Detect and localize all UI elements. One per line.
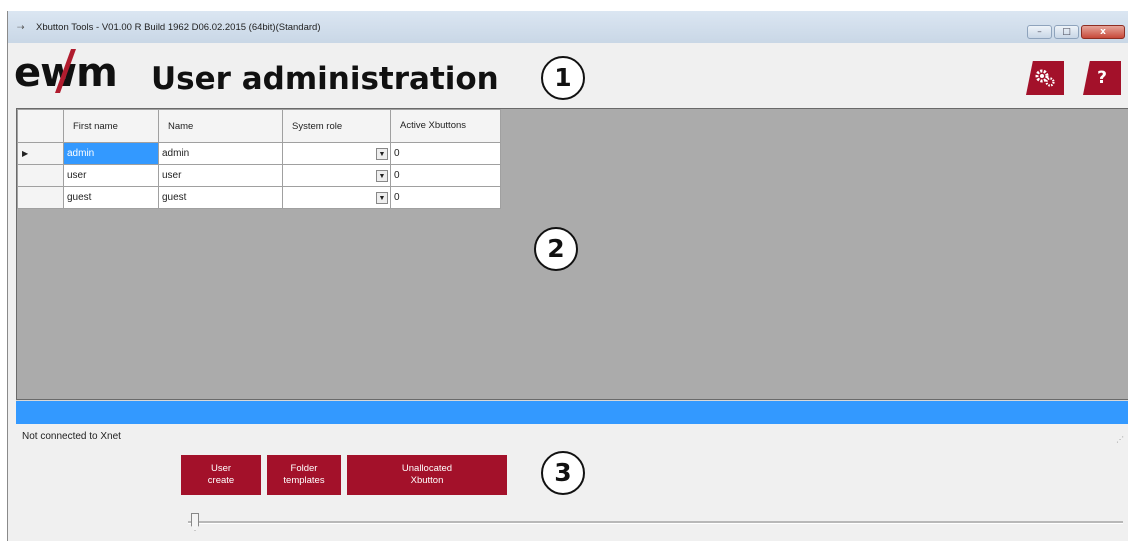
cell-active-xbuttons[interactable]: 0 (390, 164, 501, 187)
users-table: First name Name System role Active Xbutt… (17, 109, 501, 209)
table-row[interactable]: user user ▼ 0 (17, 164, 501, 187)
callout-3: 3 (541, 451, 585, 495)
xbutton-app-icon: ⇢ (17, 23, 25, 33)
cell-name[interactable]: user (158, 164, 283, 187)
column-header-system-role[interactable]: System role (282, 109, 391, 143)
cell-first-name[interactable]: guest (63, 186, 159, 209)
column-header-first-name[interactable]: First name (63, 109, 159, 143)
column-header-name[interactable]: Name (158, 109, 283, 143)
cell-first-name[interactable]: admin (63, 142, 159, 165)
slider-track[interactable] (188, 521, 1123, 524)
title-bar[interactable]: ⇢ Xbutton Tools - V01.00 R Build 1962 D0… (8, 11, 1128, 43)
page-header: ewm User administration 1 ? (8, 43, 1128, 108)
minimize-button[interactable]: – (1027, 25, 1052, 39)
table-header-row: First name Name System role Active Xbutt… (17, 109, 501, 143)
cell-system-role[interactable]: ▼ (282, 186, 391, 209)
maximize-button[interactable]: □ (1054, 25, 1079, 39)
unallocated-xbutton-button[interactable]: Unallocated Xbutton (347, 455, 507, 495)
connection-status: Not connected to Xnet (22, 431, 121, 442)
progress-bar (16, 400, 1128, 424)
window-title: Xbutton Tools - V01.00 R Build 1962 D06.… (36, 22, 321, 33)
cell-first-name[interactable]: user (63, 164, 159, 187)
user-grid: First name Name System role Active Xbutt… (16, 108, 1128, 400)
cell-active-xbuttons[interactable]: 0 (390, 186, 501, 209)
page-title: User administration (151, 61, 499, 97)
folder-templates-button[interactable]: Folder templates (267, 455, 341, 495)
settings-button[interactable] (1026, 61, 1064, 95)
column-header-active-xbuttons[interactable]: Active Xbuttons (390, 109, 501, 143)
row-header[interactable] (17, 164, 64, 187)
gears-icon (1035, 69, 1055, 87)
table-corner[interactable] (17, 109, 64, 143)
callout-1: 1 (541, 56, 585, 100)
dropdown-arrow-icon[interactable]: ▼ (376, 192, 388, 204)
row-header[interactable]: ▶ (17, 142, 64, 165)
help-button[interactable]: ? (1083, 61, 1121, 95)
cell-name[interactable]: admin (158, 142, 283, 165)
close-button[interactable]: x (1081, 25, 1125, 39)
user-create-button[interactable]: User create (181, 455, 261, 495)
cell-system-role[interactable]: ▼ (282, 142, 391, 165)
table-row[interactable]: guest guest ▼ 0 (17, 186, 501, 209)
cell-name[interactable]: guest (158, 186, 283, 209)
app-window: ⇢ Xbutton Tools - V01.00 R Build 1962 D0… (7, 11, 1128, 541)
resize-grip-icon[interactable]: ⋰ (1116, 435, 1124, 444)
cell-active-xbuttons[interactable]: 0 (390, 142, 501, 165)
row-header[interactable] (17, 186, 64, 209)
dropdown-arrow-icon[interactable]: ▼ (376, 148, 388, 160)
slider-thumb[interactable] (191, 513, 199, 531)
callout-2: 2 (534, 227, 578, 271)
cell-system-role[interactable]: ▼ (282, 164, 391, 187)
table-row[interactable]: ▶ admin admin ▼ 0 (17, 142, 501, 165)
dropdown-arrow-icon[interactable]: ▼ (376, 170, 388, 182)
